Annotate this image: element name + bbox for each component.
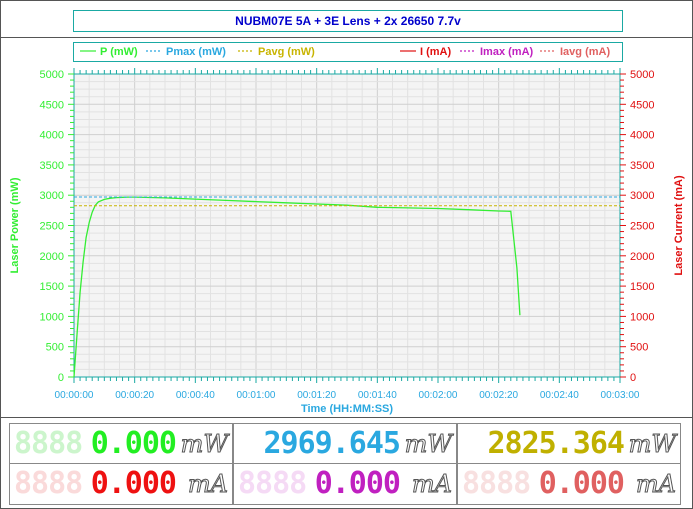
y-tick-label-right: 0 <box>630 372 636 384</box>
x-tick-label: 00:01:00 <box>237 390 276 401</box>
y-tick-label-left: 1000 <box>40 311 64 323</box>
readout-ghost-digits: 8888 <box>238 466 307 501</box>
readout-value: 2969.645 <box>263 426 401 461</box>
y-tick-label-right: 1500 <box>630 281 654 293</box>
x-tick-label: 00:03:00 <box>601 390 640 401</box>
readout-ghost-digits: 8888 <box>14 426 83 461</box>
y-axis-label-left: Laser Power (mW) <box>9 177 21 273</box>
y-tick-label-left: 4000 <box>40 130 64 142</box>
y-tick-label-right: 2000 <box>630 251 654 263</box>
legend-label: Iavg (mA) <box>560 46 610 58</box>
y-tick-label-left: 500 <box>46 342 64 354</box>
y-tick-label-right: 500 <box>630 342 648 354</box>
readout-unit: mA <box>411 470 452 499</box>
readout-current-avg: 8888 0.000 mA <box>457 463 681 505</box>
y-tick-label-right: 3500 <box>630 160 654 172</box>
readout-unit: mW <box>404 430 452 459</box>
legend-label: Pmax (mW) <box>166 46 226 58</box>
y-tick-label-left: 3500 <box>40 160 64 172</box>
readout-unit: mA <box>187 470 228 499</box>
y-tick-label-right: 4000 <box>630 130 654 142</box>
power-current-chart: 00:00:00 00:00:20 00:00:40 00:01:00 00:01:20… <box>9 46 685 415</box>
y-tick-label-left: 0 <box>58 372 64 384</box>
legend-label: P (mW) <box>100 46 138 58</box>
y-tick-label-right: 5000 <box>630 69 654 81</box>
legend-label: Imax (mA) <box>480 46 534 58</box>
readout-ghost-digits: 8888 <box>14 466 83 501</box>
x-tick-label: 00:01:40 <box>358 390 397 401</box>
x-axis-label: Time (HH:MM:SS) <box>301 403 393 415</box>
readout-power-avg: 2825.364 mW <box>457 423 681 465</box>
x-tick-label: 00:02:00 <box>419 390 458 401</box>
panel-divider <box>1 417 692 418</box>
y-tick-label-left: 5000 <box>40 69 64 81</box>
legend-label: Pavg (mW) <box>258 46 315 58</box>
readout-unit: mA <box>635 470 676 499</box>
y-tick-label-left: 1500 <box>40 281 64 293</box>
y-tick-label-right: 1000 <box>630 311 654 323</box>
y-tick-label-right: 4500 <box>630 99 654 111</box>
y-tick-label-right: 3000 <box>630 190 654 202</box>
readout-ghost-digits: 8888 <box>462 466 531 501</box>
y-tick-label-right: 2500 <box>630 221 654 233</box>
y-tick-label-left: 2000 <box>40 251 64 263</box>
y-axis-label-right: Laser Current (mA) <box>673 175 685 276</box>
y-tick-label-left: 2500 <box>40 221 64 233</box>
x-tick-label: 00:02:40 <box>540 390 579 401</box>
readout-power-max: 2969.645 mW <box>233 423 457 465</box>
x-tick-label: 00:01:20 <box>297 390 336 401</box>
x-tick-label: 00:00:40 <box>176 390 215 401</box>
readout-unit: mW <box>628 430 676 459</box>
readout-unit: mW <box>180 430 228 459</box>
readout-value: 0.000 <box>90 426 177 461</box>
readout-power-current: 8888 0.000 mW <box>9 423 233 465</box>
readout-value: 0.000 <box>314 466 401 501</box>
x-tick-label: 00:00:20 <box>115 390 154 401</box>
readout-current-max: 8888 0.000 mA <box>233 463 457 505</box>
readout-current-now: 8888 0.000 mA <box>9 463 233 505</box>
x-tick-label: 00:00:00 <box>55 390 94 401</box>
readout-value: 2825.364 <box>487 426 625 461</box>
x-tick-label: 00:02:20 <box>479 390 518 401</box>
y-tick-label-left: 3000 <box>40 190 64 202</box>
readout-value: 0.000 <box>538 466 625 501</box>
y-tick-label-left: 4500 <box>40 99 64 111</box>
legend-label: I (mA) <box>420 46 452 58</box>
readout-value: 0.000 <box>90 466 177 501</box>
